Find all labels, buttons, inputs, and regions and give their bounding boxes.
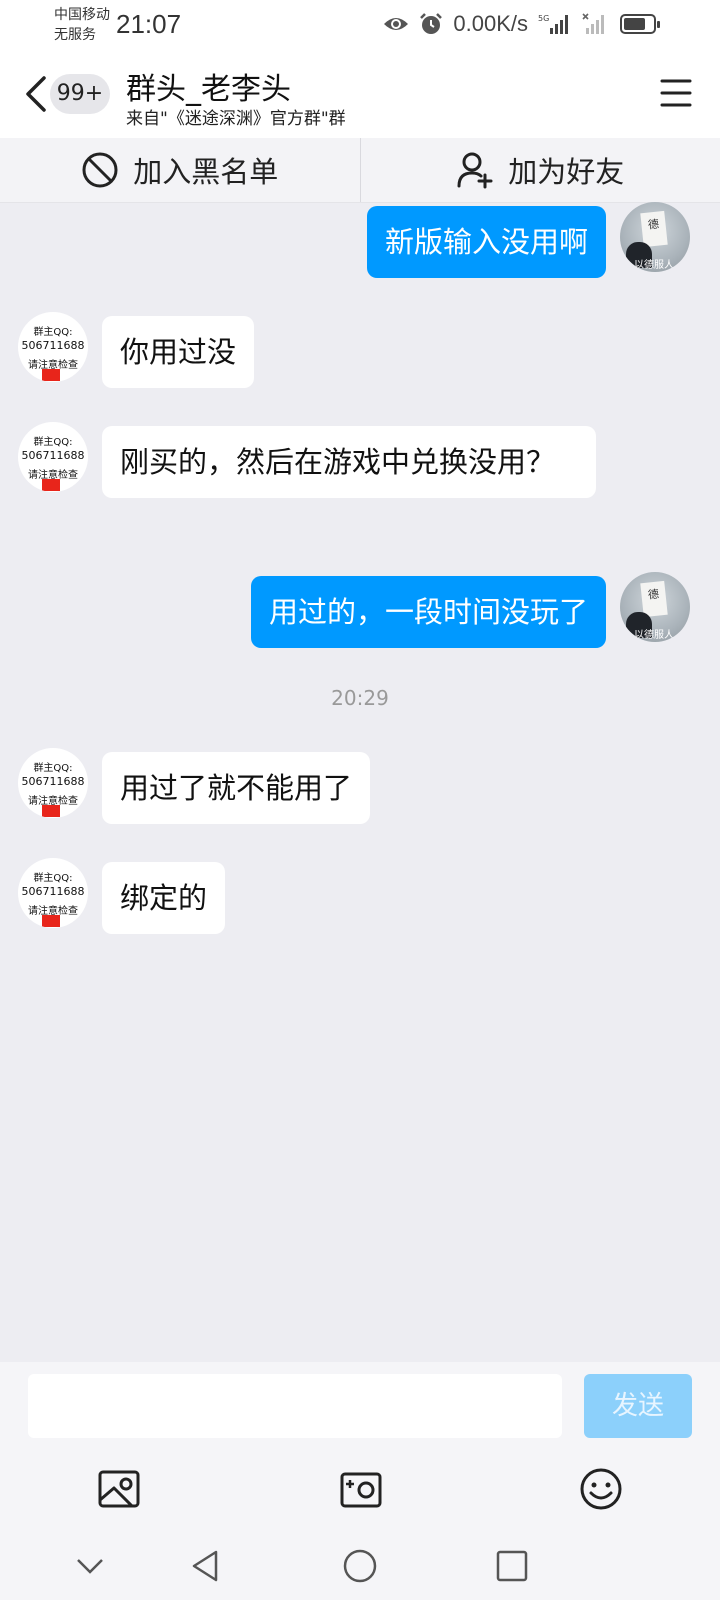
add-friend-button[interactable]: 加为好友: [361, 138, 720, 202]
action-bar: 加入黑名单 加为好友: [0, 138, 720, 203]
my-avatar[interactable]: 德 以德服人: [620, 572, 690, 642]
input-toolbar: [0, 1452, 720, 1530]
carrier-service: 无服务: [54, 27, 96, 43]
avatar-paper: 德: [640, 580, 668, 618]
status-time: 21:07: [116, 9, 182, 39]
nav-back-icon[interactable]: [188, 1548, 224, 1584]
flag-icon: [42, 915, 60, 927]
back-icon[interactable]: [20, 74, 52, 114]
message-timestamp: 20:29: [331, 686, 389, 710]
sender-avatar[interactable]: 群主QQ: 506711688 请注意检查: [18, 312, 88, 382]
block-icon: [82, 152, 118, 188]
no-signal-icon: [582, 13, 604, 34]
avatar-text-line1: 群主QQ:: [33, 327, 73, 338]
sender-avatar[interactable]: 群主QQ: 506711688 请注意检查: [18, 858, 88, 928]
avatar-text-line2: 506711688: [21, 449, 85, 462]
chat-header: 99+ 群头_老李头 来自"《迷途深渊》官方群"群: [0, 50, 720, 138]
collapse-icon[interactable]: [72, 1548, 108, 1584]
eye-icon: [384, 18, 409, 30]
camera-icon[interactable]: [338, 1466, 384, 1512]
net-speed: 0.00K/s: [453, 11, 528, 36]
flag-icon: [42, 805, 60, 817]
battery-level: [624, 18, 645, 30]
avatar-text-line1: 群主QQ:: [33, 437, 73, 448]
carrier-info: 中国移动 无服务: [54, 5, 110, 45]
my-avatar[interactable]: 德 以德服人: [620, 202, 690, 272]
add-friend-icon: [457, 152, 493, 189]
battery-icon: [620, 14, 660, 34]
avatar-text-line2: 506711688: [21, 885, 85, 898]
block-button[interactable]: 加入黑名单: [0, 138, 360, 202]
avatar-text-line1: 群主QQ:: [33, 763, 73, 774]
chat-subtitle: 来自"《迷途深渊》官方群"群: [126, 109, 346, 129]
avatar-caption: 以德服人: [634, 630, 674, 641]
input-bar: 发送: [0, 1362, 720, 1452]
chat-title: 群头_老李头: [126, 72, 291, 107]
flag-icon: [42, 479, 60, 491]
signal-icon: 5G: [538, 14, 568, 34]
recents-icon[interactable]: [494, 1548, 530, 1584]
message-bubble[interactable]: 绑定的: [102, 862, 226, 934]
sender-avatar[interactable]: 群主QQ: 506711688 请注意检查: [18, 748, 88, 818]
menu-icon[interactable]: [660, 78, 692, 108]
message-bubble[interactable]: 你用过没: [102, 316, 255, 388]
avatar-paper: 德: [640, 210, 668, 248]
message-bubble[interactable]: 用过了就不能用了: [102, 752, 371, 824]
send-button[interactable]: 发送: [584, 1374, 692, 1438]
flag-icon: [42, 369, 60, 381]
avatar-text-line2: 506711688: [21, 775, 85, 788]
add-friend-label: 加为好友: [508, 155, 625, 189]
emoji-icon[interactable]: [578, 1466, 624, 1512]
block-label: 加入黑名单: [133, 155, 279, 189]
sender-avatar[interactable]: 群主QQ: 506711688 请注意检查: [18, 422, 88, 492]
carrier-name: 中国移动: [54, 7, 110, 23]
alarm-icon: [420, 13, 443, 34]
home-icon[interactable]: [342, 1548, 378, 1584]
avatar-text-line2: 506711688: [21, 339, 85, 352]
status-bar: 中国移动 无服务 21:07 0.00K/s 5G: [0, 0, 720, 50]
message-input[interactable]: [28, 1374, 562, 1438]
image-icon[interactable]: [96, 1466, 142, 1512]
avatar-caption: 以德服人: [634, 260, 674, 271]
system-nav-bar: [0, 1530, 720, 1600]
message-bubble[interactable]: 用过的，一段时间没玩了: [250, 576, 606, 648]
network-type-label: 5G: [538, 14, 549, 23]
message-bubble[interactable]: 刚买的，然后在游戏中兑换没用？: [102, 426, 596, 498]
status-icons: 0.00K/s 5G: [383, 10, 658, 38]
message-bubble[interactable]: 新版输入没用啊: [366, 206, 606, 278]
unread-badge[interactable]: 99+: [50, 74, 110, 114]
avatar-text-line1: 群主QQ:: [33, 873, 73, 884]
